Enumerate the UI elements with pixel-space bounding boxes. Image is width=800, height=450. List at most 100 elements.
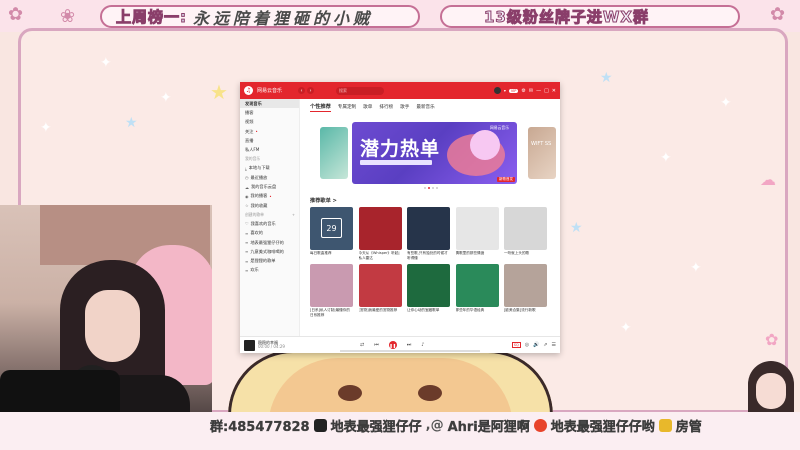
recommended-playlists-title[interactable]: 推荐歌单 >	[310, 197, 552, 204]
tab-playlists[interactable]: 歌单	[363, 104, 372, 110]
sidebar-item-favorites[interactable]: ☆ 我的收藏	[240, 201, 299, 210]
play-pause-button[interactable]: ❚❚	[388, 341, 397, 349]
maximize-icon[interactable]: □	[544, 88, 549, 94]
search-input[interactable]: 搜索	[336, 86, 385, 95]
tab-artists[interactable]: 歌手	[400, 104, 409, 110]
sidebar-item-cloud[interactable]: ☁ 我的音乐云盘	[240, 182, 299, 191]
carousel-dot[interactable]	[424, 187, 426, 189]
playlist-card[interactable]: 有些歌,只有独处的时候才听得懂	[407, 207, 450, 261]
lyrics-icon[interactable]: ♪	[421, 342, 424, 348]
username-text[interactable]: ▾	[504, 88, 506, 93]
now-playing-cover[interactable]	[244, 339, 255, 351]
sidebar-item-playlist[interactable]: ≡ 喜欢的	[240, 229, 299, 238]
weekly-rank-pill: 上周榜一: 永远陪着狸砸的小贼	[100, 5, 420, 28]
sidebar-item-my-podcast[interactable]: ◉ 我的播客 •	[240, 192, 299, 201]
app-sidebar: 发现音乐 播客 视频 关注 • 直播 私人FM 我的音乐 ⤓ 本地与下载 ◷ 最近播放…	[240, 99, 300, 336]
back-icon[interactable]: ‹	[298, 87, 306, 94]
add-icon[interactable]: +	[292, 212, 295, 217]
playlist-card[interactable]: 一听就上头的歌	[504, 207, 547, 261]
playlist-caption[interactable]: 每日歌曲推荐	[310, 251, 353, 261]
playlist-icon: ≡	[245, 267, 249, 273]
playlist-cover[interactable]	[504, 264, 547, 307]
carousel-dot[interactable]	[436, 187, 438, 189]
queue-icon[interactable]: ☰	[552, 342, 556, 348]
at-icon: ,@	[425, 417, 444, 433]
progress-bar[interactable]	[340, 350, 480, 352]
tab-new-music[interactable]: 最新音乐	[416, 104, 434, 110]
vip-badge[interactable]: VIP	[508, 88, 519, 93]
carousel-dot[interactable]	[432, 187, 434, 189]
app-titlebar: ♫ 网易云音乐 ‹ › 搜索 ▾ VIP ⚙ ✉ — □ ✕	[240, 82, 560, 99]
banner-prev[interactable]	[320, 127, 348, 179]
banner-main[interactable]: 网易云音乐 潜力热单 新歌首发	[352, 122, 517, 184]
tab-custom[interactable]: 专属定制	[338, 104, 356, 110]
sidebar-item-discover[interactable]: 发现音乐	[240, 99, 299, 109]
mail-icon[interactable]: ✉	[529, 88, 533, 94]
playlist-caption[interactable]: [欧美合集]流行新歌	[504, 308, 547, 318]
tab-charts[interactable]: 排行榜	[379, 104, 393, 110]
playlist-card[interactable]: 那些年的华语经典	[455, 264, 499, 318]
playlist-cover[interactable]	[504, 207, 547, 250]
sidebar-item-fm[interactable]: 私人FM	[240, 145, 299, 154]
playlist-cover[interactable]	[455, 207, 499, 250]
playlist-caption[interactable]: 让你心动的宝藏歌单	[407, 308, 450, 318]
minimize-icon[interactable]: —	[536, 88, 541, 94]
effects-icon[interactable]: ◎	[525, 342, 529, 348]
sidebar-item-playlist[interactable]: ≡ 九意美式咖啡喝的	[240, 247, 299, 256]
previous-icon[interactable]: ⏮	[374, 342, 379, 348]
quality-badge[interactable]: SQ	[511, 342, 521, 348]
sidebar-item-podcast[interactable]: 播客	[240, 108, 299, 117]
sidebar-item-playlist[interactable]: ≡ 地表最强狸仔仔的	[240, 238, 299, 247]
next-icon[interactable]: ⏭	[407, 342, 412, 348]
star-icon: ✦	[690, 260, 702, 276]
tab-recommend[interactable]: 个性推荐	[310, 103, 331, 112]
settings-icon[interactable]: ⚙	[521, 88, 525, 94]
playlist-caption[interactable]: 一听就上头的歌	[504, 251, 547, 261]
banner-brand: 网易云音乐	[490, 125, 509, 130]
volume-icon[interactable]: 🔊	[533, 342, 539, 348]
playlist-card[interactable]: [宠物]我最爱的宠物推荐	[358, 264, 402, 318]
forward-icon[interactable]: ›	[307, 87, 315, 94]
playlist-caption[interactable]: 有些歌,只有独处的时候才听得懂	[407, 251, 450, 261]
playlist-cover[interactable]	[358, 264, 402, 307]
playlist-cover[interactable]	[358, 207, 402, 250]
star-icon: ✦	[40, 120, 52, 136]
share-icon[interactable]: ⇗	[543, 342, 547, 348]
sidebar-item-recent[interactable]: ◷ 最近播放	[240, 173, 299, 182]
sidebar-item-label: 我的播客	[250, 193, 268, 199]
playlist-caption[interactable]: 今天从《Whisper》听起|私人雷达	[359, 251, 402, 261]
banner-next[interactable]: WIFT SS	[528, 127, 556, 179]
carousel-dots[interactable]	[310, 187, 552, 189]
sidebar-item-local[interactable]: ⤓ 本地与下载	[240, 164, 299, 173]
sidebar-item-follow[interactable]: 关注 •	[240, 127, 299, 136]
banner-carousel[interactable]: WIFT SS 网易云音乐 潜力热单 新歌首发	[310, 122, 556, 184]
playlist-caption[interactable]: 情歌里的那些情绪	[456, 251, 499, 261]
playlist-caption[interactable]: [日系]私人订制|最懂你的日系推荐	[310, 308, 353, 318]
playlist-caption[interactable]: [宠物]我最爱的宠物推荐	[359, 308, 402, 318]
sidebar-item-video[interactable]: 视频	[240, 118, 299, 127]
admin-text: 房管	[675, 419, 702, 435]
playlist-caption[interactable]: 那些年的华语经典	[456, 308, 499, 318]
playlist-card[interactable]: 情歌里的那些情绪	[455, 207, 499, 261]
avatar[interactable]	[493, 87, 501, 94]
playlist-cover[interactable]	[407, 264, 450, 307]
playlist-cover[interactable]	[407, 207, 450, 250]
playlist-card[interactable]: 让你心动的宝藏歌单	[407, 264, 450, 318]
sidebar-item-playlist[interactable]: ≡ 是狸狸的歌单	[240, 256, 299, 265]
sidebar-item-liked[interactable]: ♡ 我喜欢的音乐	[240, 219, 299, 228]
playlist-cover[interactable]	[310, 264, 353, 307]
playlist-card[interactable]: 今天从《Whisper》听起|私人雷达	[358, 207, 402, 261]
app-title: 网易云音乐	[257, 88, 283, 94]
playlist-cover[interactable]: 29	[310, 207, 353, 250]
sidebar-item-live[interactable]: 直播	[240, 136, 299, 145]
carousel-dot[interactable]	[428, 187, 430, 189]
star-icon: ✦	[620, 320, 632, 336]
close-icon[interactable]: ✕	[552, 88, 556, 94]
star-icon: ☆	[245, 203, 249, 209]
playlist-card[interactable]: [欧美合集]流行新歌	[504, 264, 547, 318]
playlist-card[interactable]: 29 每日歌曲推荐	[310, 207, 353, 261]
playlist-cover[interactable]	[455, 264, 499, 307]
sidebar-item-playlist[interactable]: ≡ 欢乐	[240, 266, 299, 275]
shuffle-icon[interactable]: ⇄	[360, 342, 364, 348]
playlist-card[interactable]: [日系]私人订制|最懂你的日系推荐	[310, 264, 353, 318]
